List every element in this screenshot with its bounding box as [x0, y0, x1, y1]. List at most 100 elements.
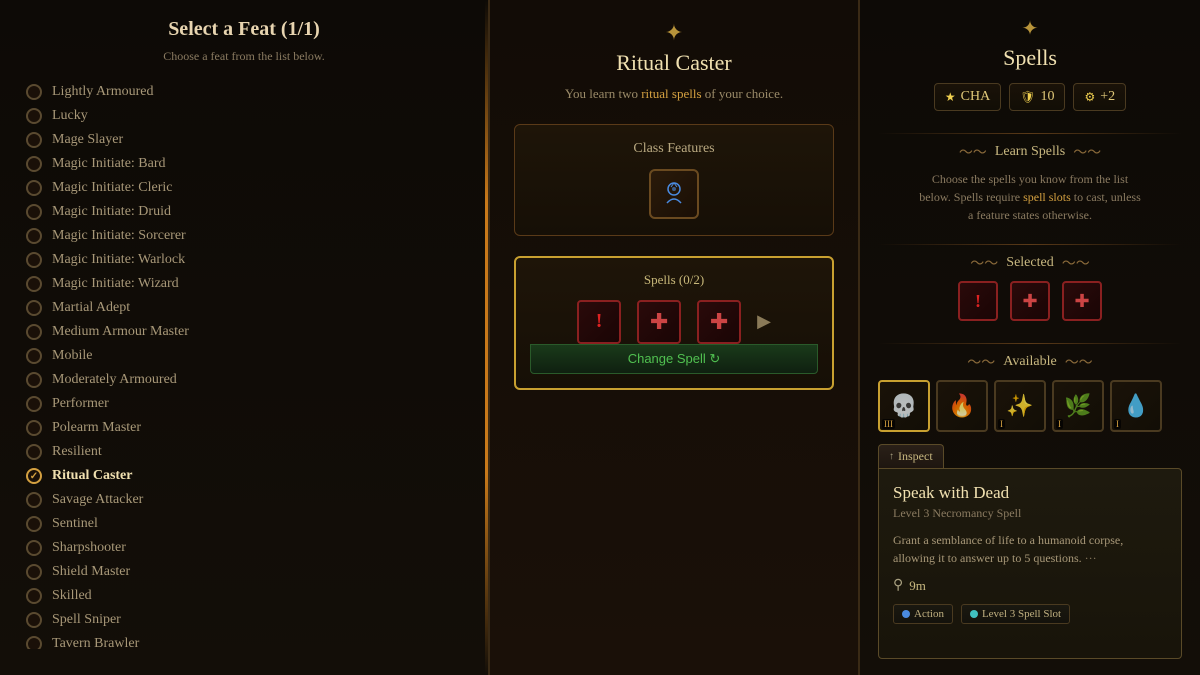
feat-item[interactable]: Mobile [20, 344, 468, 368]
middle-panel: ✦ Ritual Caster You learn two ritual spe… [490, 0, 860, 675]
spell-slots-highlight: spell slots [1023, 190, 1071, 204]
desc-line3: to cast, unless [1071, 190, 1141, 204]
inspect-label: Inspect [898, 449, 933, 464]
deco-left-3: 〜〜 [967, 352, 995, 372]
feat-label: Savage Attacker [52, 492, 143, 508]
feat-radio [26, 252, 42, 268]
feat-label: Magic Initiate: Cleric [52, 180, 173, 196]
spell-slot-2[interactable]: ✚ [697, 300, 741, 344]
feat-list: Lightly ArmouredLuckyMage SlayerMagic In… [20, 80, 468, 649]
action-dot [902, 610, 910, 618]
spell-level-4: I [1114, 419, 1121, 429]
feat-radio [26, 204, 42, 220]
available-spell-4[interactable]: 💧 I [1110, 380, 1162, 432]
feat-label: Magic Initiate: Druid [52, 204, 171, 220]
gear-icon: ⚙ [1084, 90, 1095, 105]
feat-item[interactable]: Sentinel [20, 512, 468, 536]
spell-slots-row: ! ✚ ✚ ▶ [530, 300, 818, 344]
feat-item[interactable]: Spell Sniper [20, 608, 468, 632]
spell-slot-exclamation[interactable]: ! [577, 300, 621, 344]
selected-label: Selected [1006, 255, 1053, 271]
desc-part2: of your choice. [702, 86, 784, 101]
selected-slot-1[interactable]: ✚ [1010, 281, 1050, 321]
feat-label: Sharpshooter [52, 540, 126, 556]
feat-label: Shield Master [52, 564, 130, 580]
available-spell-1[interactable]: 🔥 [936, 380, 988, 432]
class-features-box: Class Features [514, 124, 834, 236]
feat-label: Lucky [52, 108, 88, 124]
exclamation-icon: ! [596, 310, 603, 333]
stat-cha-label: CHA [961, 89, 991, 105]
feat-item[interactable]: Ritual Caster [20, 464, 468, 488]
feat-item[interactable]: Mage Slayer [20, 128, 468, 152]
feat-item[interactable]: Performer [20, 392, 468, 416]
feat-item[interactable]: Sharpshooter [20, 536, 468, 560]
spell-tag-action: Action [893, 604, 953, 624]
feat-item[interactable]: Medium Armour Master [20, 320, 468, 344]
feat-item[interactable]: Polearm Master [20, 416, 468, 440]
feat-item[interactable]: Lightly Armoured [20, 80, 468, 104]
feat-item[interactable]: Lucky [20, 104, 468, 128]
stat-ac-value: 10 [1040, 89, 1054, 105]
feat-label: Polearm Master [52, 420, 141, 436]
available-label: Available [1003, 354, 1056, 370]
feat-item[interactable]: Shield Master [20, 560, 468, 584]
selected-slot-exclamation[interactable]: ! [958, 281, 998, 321]
slot-dot [970, 610, 978, 618]
spell-icon-1: 🔥 [948, 393, 975, 419]
feat-radio [26, 156, 42, 172]
available-spell-3[interactable]: 🌿 I [1052, 380, 1104, 432]
feat-item[interactable]: Magic Initiate: Sorcerer [20, 224, 468, 248]
middle-decoration: ✦ [665, 20, 683, 46]
feat-radio [26, 492, 42, 508]
change-spell-button[interactable]: Change Spell [530, 344, 818, 374]
action-label: Action [914, 608, 944, 620]
feat-label: Spell Sniper [52, 612, 121, 628]
feat-item[interactable]: Resilient [20, 440, 468, 464]
spell-icon-2: ✨ [1006, 393, 1033, 419]
feat-radio [26, 468, 42, 484]
feat-item[interactable]: Tavern Brawler [20, 632, 468, 649]
feat-label: Magic Initiate: Warlock [52, 252, 185, 268]
selected-slot-2[interactable]: ✚ [1062, 281, 1102, 321]
available-spell-2[interactable]: ✨ I [994, 380, 1046, 432]
spell-slot-1[interactable]: ✚ [637, 300, 681, 344]
spell-level-3: I [1056, 419, 1063, 429]
feat-item[interactable]: Skilled [20, 584, 468, 608]
available-spell-0[interactable]: 💀 III [878, 380, 930, 432]
feat-label: Lightly Armoured [52, 84, 154, 100]
inspect-tab[interactable]: ↑ Inspect [878, 444, 944, 468]
feat-label: Resilient [52, 444, 102, 460]
divider-1 [878, 133, 1182, 134]
class-feature-icon [649, 169, 699, 219]
spell-icon-0: 💀 [890, 393, 917, 419]
shield-icon: 🛡 [1020, 90, 1035, 105]
deco-right-3: 〜〜 [1065, 352, 1093, 372]
middle-description: You learn two ritual spells of your choi… [565, 84, 783, 104]
spell-icon-3: 🌿 [1064, 393, 1091, 419]
feat-radio [26, 108, 42, 124]
slot-label: Level 3 Spell Slot [982, 608, 1061, 620]
feat-item[interactable]: Magic Initiate: Warlock [20, 248, 468, 272]
right-title: Spells [878, 45, 1182, 71]
feat-radio [26, 444, 42, 460]
feat-item[interactable]: Magic Initiate: Wizard [20, 272, 468, 296]
feat-item[interactable]: Magic Initiate: Bard [20, 152, 468, 176]
class-features-label: Class Features [535, 141, 813, 157]
learn-spells-description: Choose the spells you know from the list… [878, 170, 1182, 224]
divider-2 [878, 244, 1182, 245]
feat-item[interactable]: Magic Initiate: Cleric [20, 176, 468, 200]
feat-item[interactable]: Martial Adept [20, 296, 468, 320]
sel-cross-icon-1: ✚ [1022, 291, 1037, 312]
desc-line2: below. Spells require [919, 190, 1023, 204]
feat-label: Martial Adept [52, 300, 130, 316]
feat-item[interactable]: Magic Initiate: Druid [20, 200, 468, 224]
deco-right-2: 〜〜 [1062, 253, 1090, 273]
feat-item[interactable]: Moderately Armoured [20, 368, 468, 392]
spell-level-2: I [998, 419, 1005, 429]
spell-type: Level 3 Necromancy Spell [893, 506, 1167, 521]
spell-name: Speak with Dead [893, 483, 1167, 503]
feat-label: Medium Armour Master [52, 324, 189, 340]
feat-radio [26, 540, 42, 556]
feat-item[interactable]: Savage Attacker [20, 488, 468, 512]
